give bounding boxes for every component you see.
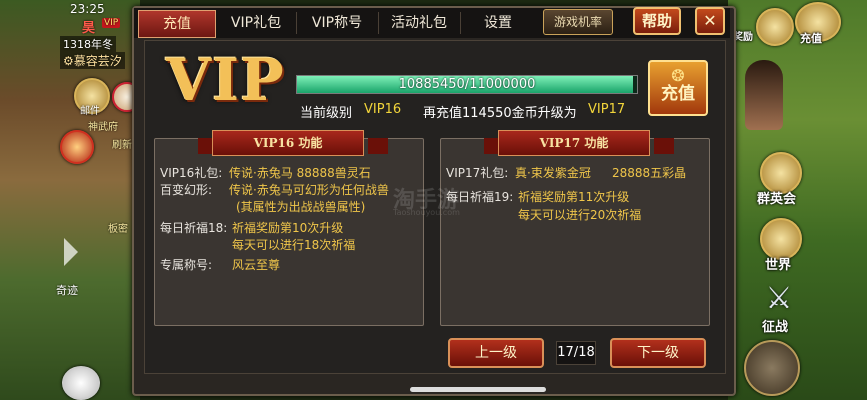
vip-progress-text: 10885450/11000000 — [398, 77, 536, 92]
vip16-bless-label: 每日祈福18: — [160, 221, 228, 235]
next-level-button[interactable]: 下一级 — [610, 338, 706, 368]
mail-label: 邮件 — [80, 106, 100, 117]
current-level-value: VIP16 — [364, 102, 402, 117]
help-button[interactable]: 帮助 — [633, 7, 681, 35]
tab-recharge[interactable]: 充值 — [138, 10, 216, 38]
season-label: 1318年冬 — [60, 36, 116, 52]
watermark-sub: Taoshouyou.com — [393, 208, 460, 217]
vip17-bless-value-2: 每天可以进行20次祈福 — [518, 208, 642, 222]
vip17-gift-label: VIP17礼包: — [446, 166, 509, 180]
ribbon-tail — [654, 138, 674, 154]
heroes-label: 群英会 — [757, 192, 797, 207]
vip-logo: VIP — [166, 46, 285, 114]
coin-icon: ❂ — [671, 66, 685, 85]
vip17-bless-value-1: 祈福奖励第11次升级 — [518, 190, 630, 204]
expand-arrow-icon[interactable] — [744, 340, 800, 396]
vip16-bless-value-1: 祈福奖励第10次升级 — [232, 221, 344, 235]
tab-vip-gift[interactable]: VIP礼包 — [218, 10, 294, 36]
vip16-ribbon: VIP16 功能 — [212, 130, 364, 156]
next-level-value: VIP17 — [588, 102, 626, 117]
battle-label: 征战 — [762, 320, 789, 335]
clock: 23:25 — [70, 2, 105, 16]
recharge-hint: 再充值114550金币升级为 — [423, 106, 577, 121]
vip16-bless-value-2: 每天可以进行18次祈福 — [232, 238, 356, 252]
chat-icon[interactable] — [62, 366, 100, 400]
probability-button[interactable]: 游戏机率 — [543, 9, 613, 35]
vip-badge: VIP — [102, 18, 121, 28]
close-button[interactable]: ✕ — [695, 7, 725, 35]
prev-level-button[interactable]: 上一级 — [448, 338, 544, 368]
refresh-label: 刷新 — [112, 140, 132, 151]
home-indicator — [410, 387, 546, 392]
vip-progress-bar: 10885450/11000000 — [296, 75, 638, 94]
charge-label: 充值 — [800, 32, 822, 45]
vip16-morph-label: 百变幻形: — [160, 183, 213, 197]
swords-icon[interactable]: ⚔ — [758, 282, 800, 316]
vip16-title-label: 专属称号: — [160, 258, 213, 272]
vip16-morph-note: (其属性为出战战兽属性) — [236, 200, 366, 214]
zhanbu-label: 板密 — [108, 224, 128, 235]
tab-divider — [296, 12, 297, 34]
ribbon-tail — [368, 138, 388, 154]
vip16-title-value: 风云至尊 — [232, 258, 281, 272]
tab-vip-title[interactable]: VIP称号 — [298, 10, 376, 36]
game-scene-right — [728, 0, 867, 400]
gear-icon: ⚙ — [63, 54, 74, 68]
tab-divider — [378, 12, 379, 34]
current-level-label: 当前级别 — [300, 106, 353, 121]
battle-flag-icon[interactable] — [60, 130, 94, 164]
player-name: 昊 — [82, 21, 96, 36]
shenwu-label: 神武府 — [88, 122, 118, 133]
vip17-gift-value: 真·束发紫金冠 — [515, 166, 591, 180]
qiji-label: 奇迹 — [56, 284, 78, 297]
tab-settings[interactable]: 设置 — [462, 10, 534, 36]
hero-portrait[interactable] — [745, 60, 783, 130]
tab-event-gift[interactable]: 活动礼包 — [380, 10, 458, 36]
recharge-button[interactable]: ❂ 充值 — [648, 60, 708, 116]
play-arrow-icon[interactable] — [64, 238, 78, 266]
vip16-gift-label: VIP16礼包: — [160, 166, 223, 180]
vip16-morph-value: 传说·赤兔马可幻形为任何战兽 — [229, 183, 389, 197]
tab-divider — [460, 12, 461, 34]
guild-label[interactable]: ⚙慕容芸汐 — [60, 52, 125, 69]
vip16-gift-value: 传说·赤兔马 88888兽灵石 — [229, 166, 371, 180]
reward-icon[interactable] — [756, 8, 794, 46]
vip17-ribbon: VIP17 功能 — [498, 130, 650, 156]
reward-label: 奖励 — [733, 32, 753, 43]
world-label: 世界 — [765, 258, 792, 273]
page-indicator: 17/18 — [556, 341, 596, 365]
vip17-gift-extra: 28888五彩晶 — [612, 166, 687, 180]
